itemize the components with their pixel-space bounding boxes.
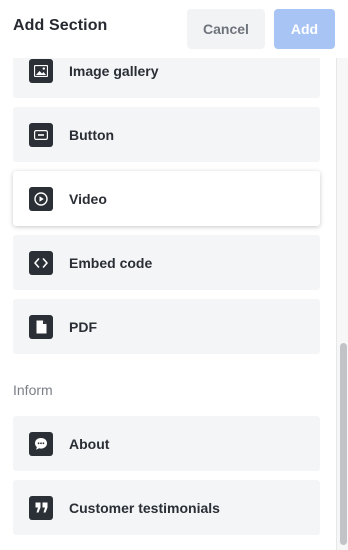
section-item-label: About bbox=[69, 435, 110, 452]
section-item-label: Video bbox=[69, 190, 107, 207]
image-icon bbox=[29, 58, 53, 83]
section-item-pdf[interactable]: PDF bbox=[13, 299, 320, 354]
section-item-button[interactable]: Button bbox=[13, 107, 320, 162]
section-item-video[interactable]: Video bbox=[13, 171, 320, 226]
section-list[interactable]: Image gallery Button Video Embed code PD… bbox=[0, 0, 336, 550]
cancel-button[interactable]: Cancel bbox=[187, 9, 265, 49]
document-icon bbox=[29, 314, 53, 339]
section-item-label: Embed code bbox=[69, 254, 153, 271]
play-icon bbox=[29, 186, 53, 211]
section-item-embed-code[interactable]: Embed code bbox=[13, 235, 320, 290]
section-item-customer-testimonials[interactable]: Customer testimonials bbox=[13, 480, 320, 535]
section-heading-inform: Inform bbox=[13, 382, 53, 398]
section-item-about[interactable]: About bbox=[13, 416, 320, 471]
section-item-label: PDF bbox=[69, 318, 97, 335]
button-icon bbox=[29, 122, 53, 147]
scrollbar-thumb[interactable] bbox=[340, 343, 347, 545]
panel-header: Add Section Cancel Add bbox=[0, 0, 348, 58]
code-icon bbox=[29, 250, 53, 275]
quote-icon bbox=[29, 495, 53, 520]
panel-title: Add Section bbox=[13, 17, 108, 34]
chat-bubble-icon bbox=[29, 431, 53, 456]
section-item-label: Customer testimonials bbox=[69, 499, 220, 516]
add-button[interactable]: Add bbox=[274, 9, 335, 49]
section-item-label: Button bbox=[69, 126, 115, 143]
section-item-label: Image gallery bbox=[69, 62, 159, 79]
